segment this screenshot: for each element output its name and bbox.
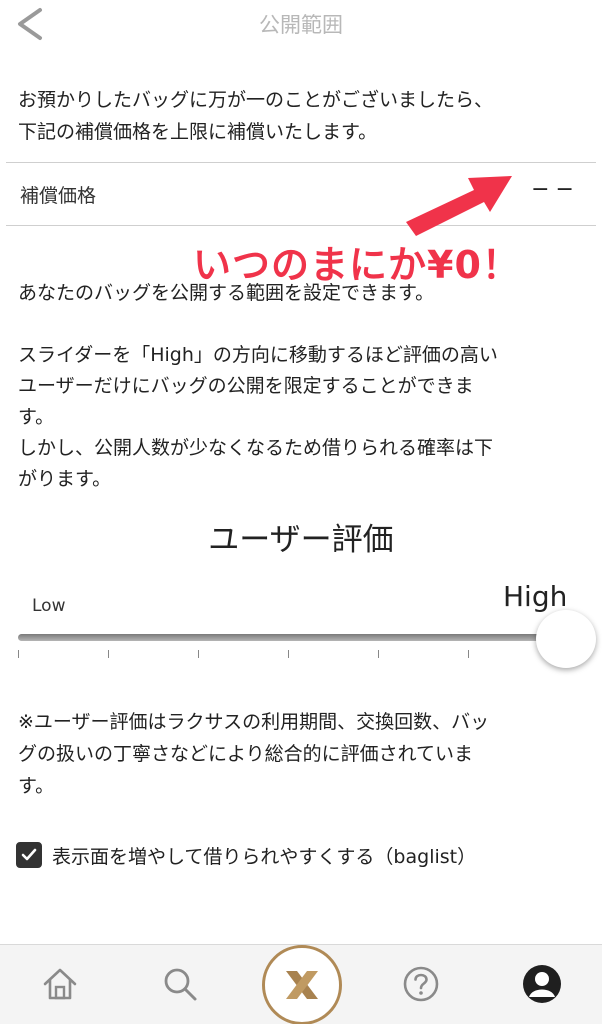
description-p2-line2: ユーザーだけにバッグの公開を限定することができま [18, 375, 474, 397]
page-title: 公開範囲 [259, 13, 343, 37]
baglist-option[interactable]: 表示面を増やして借りられやすくする（baglist） [16, 838, 476, 872]
baglist-option-label: 表示面を増やして借りられやすくする（baglist） [52, 845, 477, 868]
description-p2-line1: スライダーを「High」の方向に移動するほど評価の高い [18, 344, 498, 366]
notice-line-1: お預かりしたバッグに万が一のことがございましたら、 [18, 89, 494, 111]
slider-tick [198, 650, 199, 658]
slider-tick [108, 650, 109, 658]
profile-icon [523, 965, 561, 1003]
slider-tick [378, 650, 379, 658]
compensation-notice: お預かりしたバッグに万が一のことがございましたら、 下記の補償価格を上限に補償い… [18, 84, 588, 148]
note-line-1: ※ユーザー評価はラクサスの利用期間、交換回数、バッ [18, 711, 490, 733]
tab-help[interactable] [396, 959, 446, 1009]
note-line-3: す。 [18, 775, 55, 797]
slider-thumb[interactable] [536, 610, 596, 668]
laxus-logo-icon [286, 971, 318, 999]
rating-note: ※ユーザー評価はラクサスの利用期間、交換回数、バッ グの扱いの丁寧さなどにより総… [18, 706, 588, 802]
description-p1: あなたのバッグを公開する範囲を設定できます。 [18, 282, 435, 304]
rating-title: ユーザー評価 [208, 522, 394, 558]
compensation-value: −− [531, 177, 580, 202]
description-p3-line1: しかし、公開人数が少なくなるため借りられる確率は下 [18, 437, 494, 459]
tab-bar [0, 944, 602, 1024]
description-p3-line2: がります。 [18, 468, 112, 490]
baglist-checkbox[interactable] [16, 842, 42, 868]
compensation-label: 補償価格 [20, 185, 97, 207]
slider-track[interactable] [18, 634, 576, 641]
slider-tick [288, 650, 289, 658]
search-icon [164, 968, 197, 1001]
description-p2-line3: す。 [18, 406, 55, 428]
tab-search[interactable] [155, 959, 205, 1009]
slider-high-label: High [503, 580, 568, 613]
rating-slider[interactable] [18, 610, 596, 672]
tab-laxus[interactable] [262, 945, 342, 1024]
help-icon [403, 966, 439, 1002]
header: 公開範囲 [0, 0, 602, 50]
note-line-2: グの扱いの丁寧さなどにより総合的に評価されていま [18, 743, 474, 765]
tab-home[interactable] [35, 959, 85, 1009]
slider-tick [468, 650, 469, 658]
notice-line-2: 下記の補償価格を上限に補償いたします。 [18, 121, 378, 143]
description: あなたのバッグを公開する範囲を設定できます。 スライダーを「High」の方向に移… [18, 278, 590, 495]
home-icon [43, 968, 77, 1000]
checkmark-icon [21, 848, 37, 861]
slider-tick [18, 650, 19, 658]
tab-profile[interactable] [517, 959, 567, 1009]
